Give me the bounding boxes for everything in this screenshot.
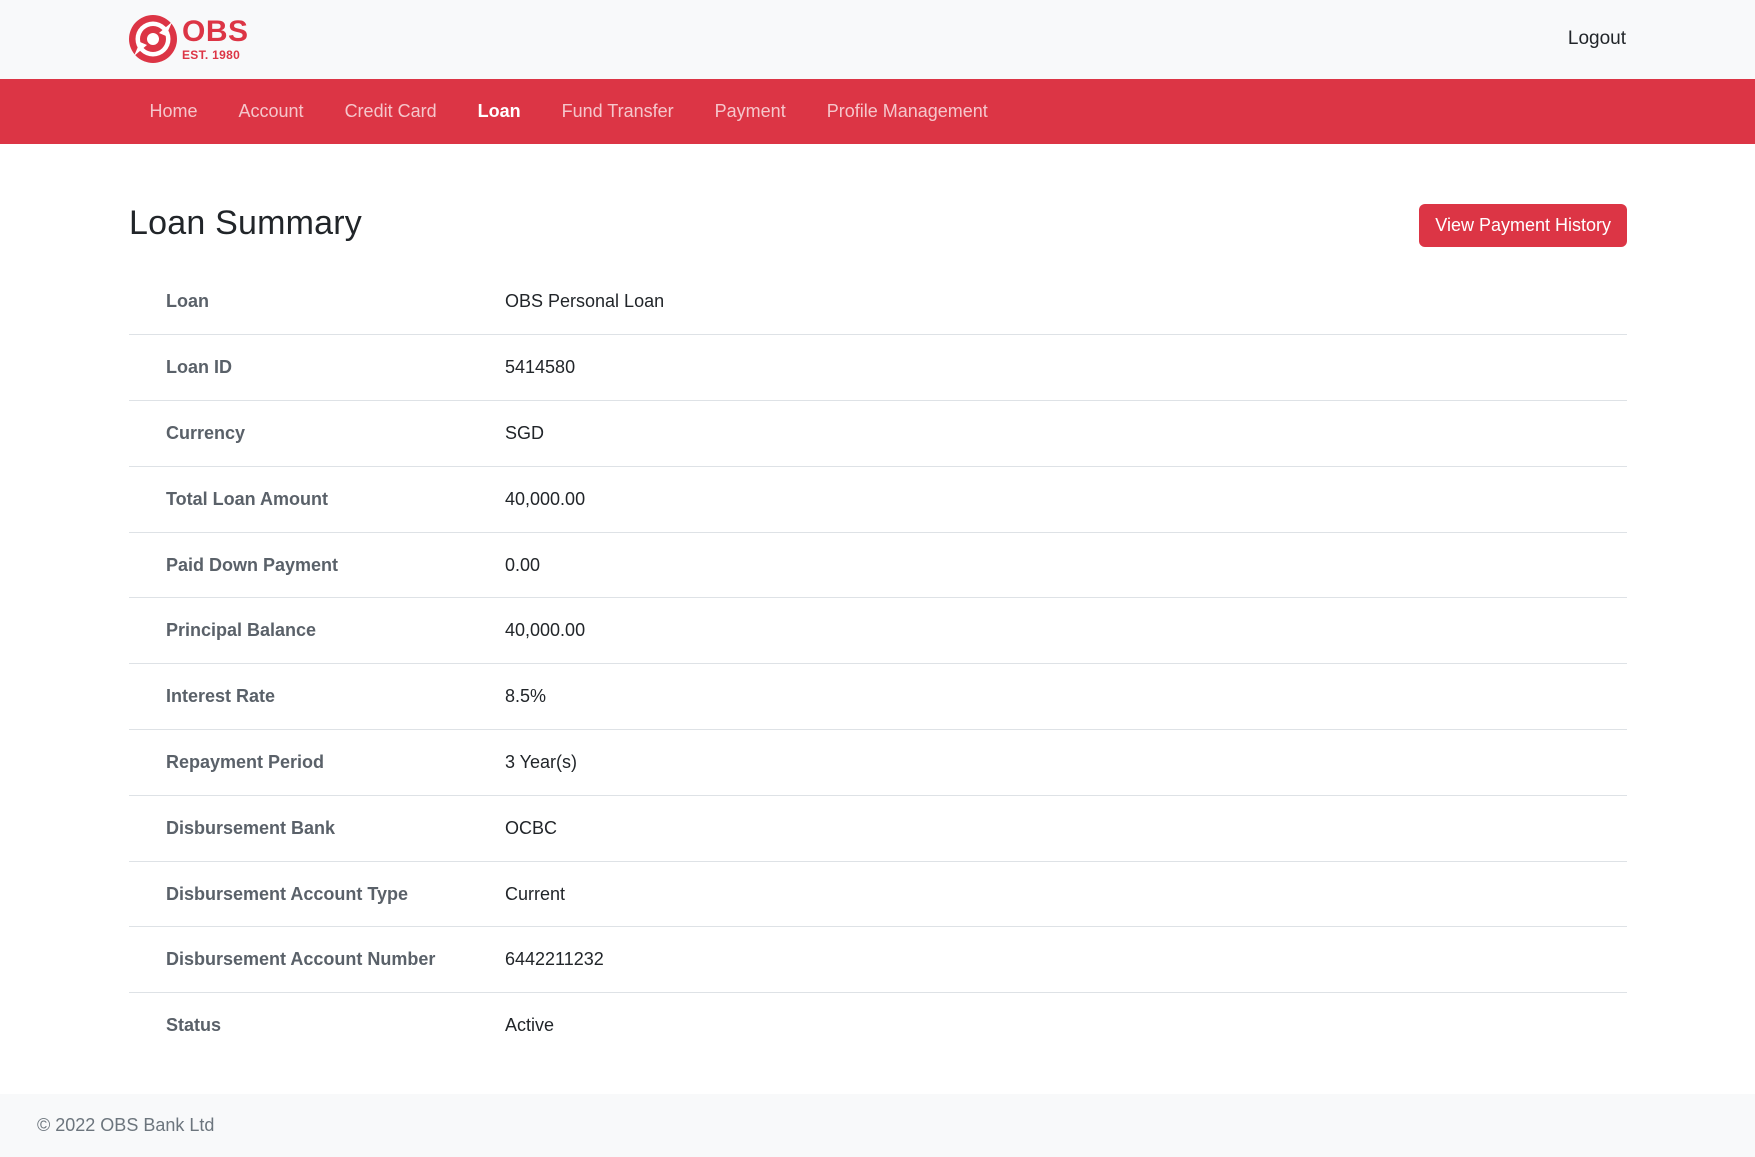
row-label: Repayment Period [166, 751, 325, 772]
loan-summary-table: Loan OBS Personal Loan Loan ID 5414580 C… [129, 269, 1627, 1059]
table-row: Disbursement Account Type Current [129, 861, 1627, 927]
brand-text: OBS EST. 1980 [182, 15, 249, 62]
row-value: 40,000.00 [505, 620, 586, 641]
obs-logo-icon [129, 15, 177, 63]
page-title: Loan Summary [129, 204, 362, 242]
brand-logo[interactable]: OBS EST. 1980 [128, 14, 249, 64]
copyright-text: © 2022 OBS Bank Ltd [37, 1115, 215, 1135]
table-row: Disbursement Account Number 6442211232 [129, 927, 1627, 993]
top-header: OBS EST. 1980 Logout [0, 0, 1755, 79]
row-label: Disbursement Account Number [166, 949, 436, 970]
row-value: Current [505, 883, 566, 904]
table-row: Loan ID 5414580 [129, 335, 1627, 401]
brand-est: EST. 1980 [182, 48, 241, 62]
table-row: Interest Rate 8.5% [129, 664, 1627, 730]
brand-name: OBS [182, 15, 249, 48]
main-content: Loan Summary View Payment History Loan O… [129, 144, 1627, 1059]
table-row: Repayment Period 3 Year(s) [129, 730, 1627, 796]
title-row: Loan Summary View Payment History [129, 202, 1627, 247]
row-label: Loan [166, 291, 209, 312]
row-value: 40,000.00 [505, 488, 586, 509]
view-payment-history-button[interactable]: View Payment History [1419, 204, 1627, 247]
table-row: Disbursement Bank OCBC [129, 795, 1627, 862]
main-navbar: Home Account Credit Card Loan Fund Trans… [0, 79, 1755, 144]
nav-item-account[interactable]: Account [218, 101, 324, 122]
row-value: OCBC [505, 817, 558, 838]
row-value: 0.00 [505, 554, 541, 575]
row-value: 5414580 [505, 357, 576, 378]
nav-item-profile-management[interactable]: Profile Management [806, 101, 1008, 122]
nav-item-home[interactable]: Home [129, 101, 218, 122]
row-label: Interest Rate [166, 686, 276, 707]
row-value: Active [505, 1015, 555, 1036]
row-label: Disbursement Bank [166, 817, 336, 838]
nav-item-credit-card[interactable]: Credit Card [324, 101, 457, 122]
row-label: Loan ID [166, 357, 232, 378]
table-row: Total Loan Amount 40,000.00 [129, 466, 1627, 533]
row-value: 3 Year(s) [505, 751, 578, 772]
row-value: 8.5% [505, 686, 547, 707]
nav-item-payment[interactable]: Payment [694, 101, 806, 122]
table-row: Paid Down Payment 0.00 [129, 532, 1627, 598]
row-label: Status [166, 1015, 222, 1036]
row-value: 6442211232 [505, 949, 604, 970]
row-label: Disbursement Account Type [166, 883, 409, 904]
page-footer: © 2022 OBS Bank Ltd [0, 1094, 1755, 1157]
row-label: Currency [166, 422, 246, 443]
row-value: OBS Personal Loan [505, 291, 665, 312]
row-label: Total Loan Amount [166, 488, 328, 509]
row-label: Principal Balance [166, 620, 317, 641]
nav-item-fund-transfer[interactable]: Fund Transfer [541, 101, 694, 122]
row-value: SGD [505, 422, 545, 443]
table-row: Status Active [129, 993, 1627, 1059]
row-label: Paid Down Payment [166, 554, 339, 575]
logout-link[interactable]: Logout [1568, 28, 1626, 50]
table-row: Loan OBS Personal Loan [129, 269, 1627, 335]
table-row: Principal Balance 40,000.00 [129, 598, 1627, 664]
table-row: Currency SGD [129, 401, 1627, 467]
nav-item-loan[interactable]: Loan [457, 101, 541, 122]
